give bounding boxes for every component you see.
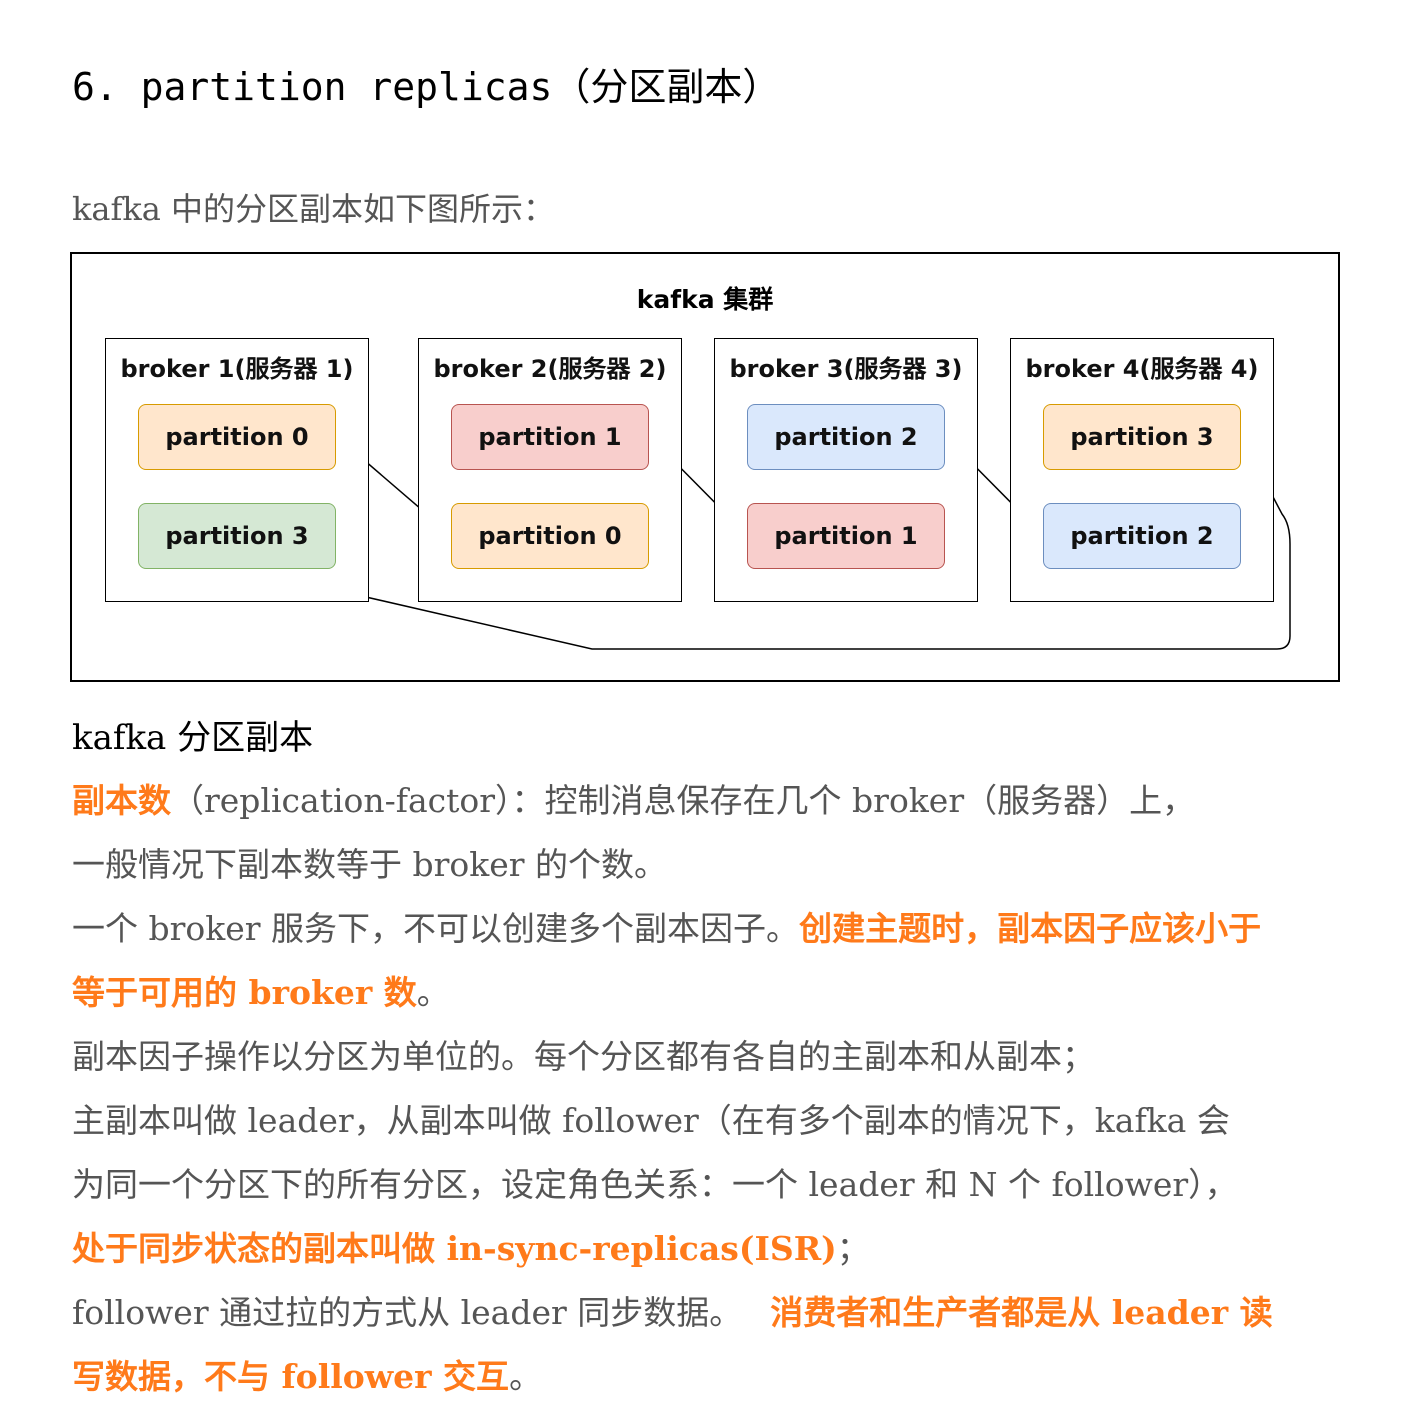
- paragraph-line: 为同一个分区下的所有分区，设定角色关系：一个 leader 和 N 个 foll…: [72, 1158, 1238, 1206]
- body-text: 一般情况下副本数等于 broker 的个数。: [72, 845, 668, 884]
- paragraph-line: follower 通过拉的方式从 leader 同步数据。 消费者和生产者都是从 …: [72, 1286, 1273, 1334]
- highlight-text: 等于可用的 broker 数: [72, 973, 417, 1012]
- paragraph-line: 副本数（replication-factor）：控制消息保存在几个 broker…: [72, 774, 1195, 822]
- body-text: 。: [509, 1357, 543, 1396]
- intro-text: kafka 中的分区副本如下图所示：: [72, 190, 555, 228]
- highlight-text: 写数据，不与 follower 交互: [72, 1357, 510, 1396]
- section-heading: 6. partition replicas（分区副本）: [72, 65, 781, 109]
- diagram-caption: kafka 分区副本: [72, 718, 314, 758]
- paragraph-line: 等于可用的 broker 数。: [72, 966, 450, 1014]
- body-text: 副本因子操作以分区为单位的。每个分区都有各自的主副本和从副本；: [72, 1037, 1095, 1076]
- partition-box: partition 2: [1043, 503, 1241, 569]
- highlight-text: 副本数: [72, 781, 171, 820]
- partition-box: partition 0: [138, 404, 336, 470]
- body-text: 主副本叫做 leader，从副本叫做 follower（在有多个副本的情况下，k…: [72, 1101, 1230, 1140]
- broker-label: broker 1(服务器 1): [120, 355, 354, 383]
- broker-1: broker 1(服务器 1) partition 0 partition 3: [105, 338, 369, 602]
- paragraph-line: 写数据，不与 follower 交互。: [72, 1350, 542, 1398]
- highlight-text: 消费者和生产者都是从 leader 读: [770, 1293, 1273, 1332]
- partition-box: partition 3: [1043, 404, 1241, 470]
- highlight-text: 处于同步状态的副本叫做 in-sync-replicas(ISR): [72, 1229, 837, 1268]
- partition-box: partition 3: [138, 503, 336, 569]
- body-text: follower 通过拉的方式从 leader 同步数据。: [72, 1293, 743, 1332]
- broker-label: broker 4(服务器 4): [1025, 355, 1259, 383]
- paragraph-line: 一般情况下副本数等于 broker 的个数。: [72, 838, 667, 886]
- highlight-text: 创建主题时，副本因子应该小于: [799, 909, 1262, 948]
- partition-box: partition 1: [747, 503, 945, 569]
- body-text: 为同一个分区下的所有分区，设定角色关系：一个 leader 和 N 个 foll…: [72, 1165, 1238, 1204]
- paragraph-line: 主副本叫做 leader，从副本叫做 follower（在有多个副本的情况下，k…: [72, 1094, 1230, 1142]
- broker-label: broker 2(服务器 2): [433, 355, 667, 383]
- body-text: 。: [416, 973, 450, 1012]
- broker-4: broker 4(服务器 4) partition 3 partition 2: [1010, 338, 1274, 602]
- broker-2: broker 2(服务器 2) partition 1 partition 0: [418, 338, 682, 602]
- broker-3: broker 3(服务器 3) partition 2 partition 1: [714, 338, 978, 602]
- paragraph-line: 副本因子操作以分区为单位的。每个分区都有各自的主副本和从副本；: [72, 1030, 1095, 1078]
- paragraph-line: 处于同步状态的副本叫做 in-sync-replicas(ISR)；: [72, 1222, 870, 1270]
- broker-label: broker 3(服务器 3): [729, 355, 963, 383]
- body-text: （replication-factor）：控制消息保存在几个 broker（服务…: [171, 781, 1196, 820]
- partition-box: partition 1: [451, 404, 649, 470]
- paragraph-line: 一个 broker 服务下，不可以创建多个副本因子。创建主题时，副本因子应该小于: [72, 902, 1261, 950]
- cluster-title: kafka 集群: [636, 285, 774, 314]
- partition-box: partition 0: [451, 503, 649, 569]
- body-text: ；: [836, 1229, 870, 1268]
- kafka-cluster-diagram: kafka 集群 broker 1(服务器 1) partition 0 par…: [70, 252, 1340, 682]
- body-text: 一个 broker 服务下，不可以创建多个副本因子。: [72, 909, 800, 948]
- partition-box: partition 2: [747, 404, 945, 470]
